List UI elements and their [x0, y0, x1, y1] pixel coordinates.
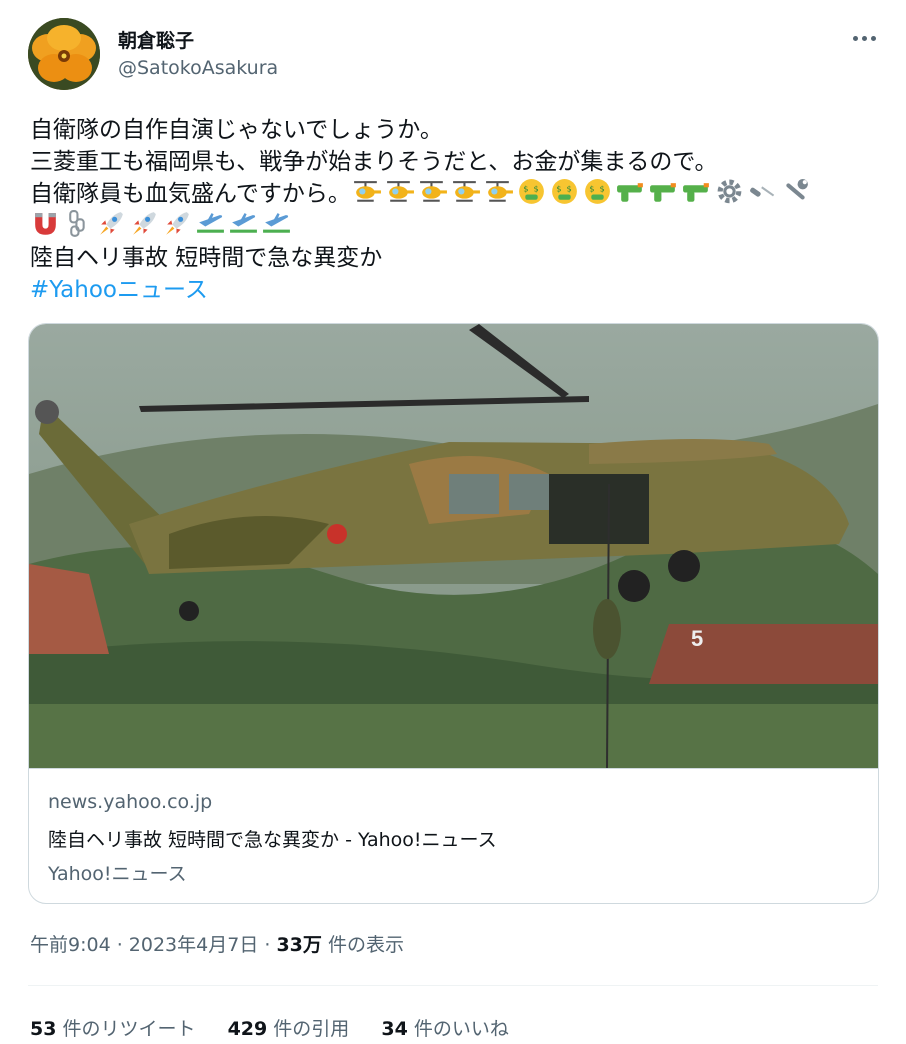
- likes-count: 34: [381, 1018, 408, 1040]
- timestamp: 午前9:04 · 2023年4月7日 · 33万 件の表示: [30, 934, 404, 956]
- svg-text:$: $: [589, 184, 594, 194]
- user-handle[interactable]: @SatokoAsakura: [118, 57, 278, 79]
- avatar[interactable]: [28, 18, 100, 90]
- quotes-label: 件の引用: [273, 1018, 350, 1040]
- svg-text:$: $: [523, 184, 528, 194]
- tweet-line-2: 三菱重工も福岡県も、戦争が始まりそうだと、お金が集まるので。: [30, 149, 718, 175]
- airplane-departure-icon: [261, 210, 292, 236]
- tweet-text: 自衛隊の自作自演じゃないでしょうか。 三菱重工も福岡県も、戦争が始まりそうだと、…: [30, 114, 880, 306]
- card-domain: news.yahoo.co.jp: [48, 791, 213, 813]
- retweets-label: 件のリツイート: [62, 1018, 196, 1040]
- svg-text:$: $: [556, 184, 561, 194]
- money-mouth-face-icon: $ $: [516, 178, 547, 204]
- views-label: 件の表示: [327, 934, 404, 956]
- helicopter-icon: [384, 178, 415, 204]
- emoji-row-2: [30, 210, 294, 237]
- likes-label: 件のいいね: [413, 1018, 509, 1040]
- link-card[interactable]: 5 news.yahoo.co.jp 陸自ヘリ事故 短時間で急な異変か - Ya…: [28, 323, 879, 904]
- svg-text:$: $: [566, 184, 571, 194]
- tweet-headline: 陸自ヘリ事故 短時間で急な異変か: [30, 245, 383, 271]
- screwdriver-icon: [747, 178, 778, 204]
- rocket-icon: [129, 210, 160, 236]
- views-count: 33万: [276, 934, 322, 956]
- rocket-icon: [96, 210, 127, 236]
- svg-text:5: 5: [691, 626, 703, 651]
- helicopter-icon: [351, 178, 382, 204]
- card-source: Yahoo!ニュース: [48, 863, 187, 885]
- chains-icon: [63, 210, 94, 237]
- hashtag-link[interactable]: #Yahooニュース: [30, 274, 880, 306]
- tweet: 朝倉聡子 @SatokoAsakura 自衛隊の自作自演じゃないでしょうか。 三…: [0, 0, 906, 1044]
- wrench-icon: [780, 178, 811, 204]
- svg-text:$: $: [599, 184, 604, 194]
- helicopter-icon: [483, 178, 514, 204]
- retweets-stat[interactable]: 53 件のリツイート: [30, 1014, 196, 1041]
- airplane-departure-icon: [195, 210, 226, 236]
- water-pistol-icon: [615, 178, 646, 204]
- likes-stat[interactable]: 34 件のいいね: [381, 1014, 509, 1041]
- timestamp-date[interactable]: 2023年4月7日: [129, 934, 259, 956]
- pansy-flower-avatar-icon: [28, 18, 100, 90]
- tweet-line-3-row: 自衛隊員も血気盛んですから。 $ $ $ $ $ $: [30, 178, 880, 210]
- timestamp-time[interactable]: 午前9:04: [30, 934, 111, 956]
- military-helicopter-photo-icon: 5: [29, 324, 878, 768]
- emoji-row-2-line: [30, 210, 880, 242]
- svg-text:$: $: [533, 184, 538, 194]
- quotes-count: 429: [227, 1018, 268, 1040]
- rocket-icon: [162, 210, 193, 236]
- card-meta[interactable]: news.yahoo.co.jp 陸自ヘリ事故 短時間で急な異変か - Yaho…: [29, 768, 878, 903]
- airplane-departure-icon: [228, 210, 259, 236]
- more-dots-icon[interactable]: [848, 24, 880, 52]
- card-image[interactable]: 5: [29, 324, 878, 768]
- water-pistol-icon: [681, 178, 712, 204]
- helicopter-icon: [450, 178, 481, 204]
- card-title: 陸自ヘリ事故 短時間で急な異変か - Yahoo!ニュース: [48, 829, 497, 851]
- helicopter-icon: [417, 178, 448, 204]
- magnet-icon: [30, 210, 61, 236]
- divider: [28, 985, 878, 986]
- tweet-line-1: 自衛隊の自作自演じゃないでしょうか。: [30, 117, 443, 143]
- money-mouth-face-icon: $ $: [549, 178, 580, 204]
- gear-icon: [714, 178, 745, 204]
- quotes-stat[interactable]: 429 件の引用: [228, 1014, 350, 1041]
- engagement-stats: 53 件のリツイート 429 件の引用 34 件のいいね: [30, 1014, 535, 1041]
- display-name[interactable]: 朝倉聡子: [118, 26, 194, 53]
- tweet-line-3: 自衛隊員も血気盛んですから。: [30, 181, 351, 207]
- money-mouth-face-icon: $ $: [582, 178, 613, 204]
- retweets-count: 53: [30, 1018, 57, 1040]
- water-pistol-icon: [648, 178, 679, 204]
- emoji-row-1: $ $ $ $ $ $: [351, 178, 813, 204]
